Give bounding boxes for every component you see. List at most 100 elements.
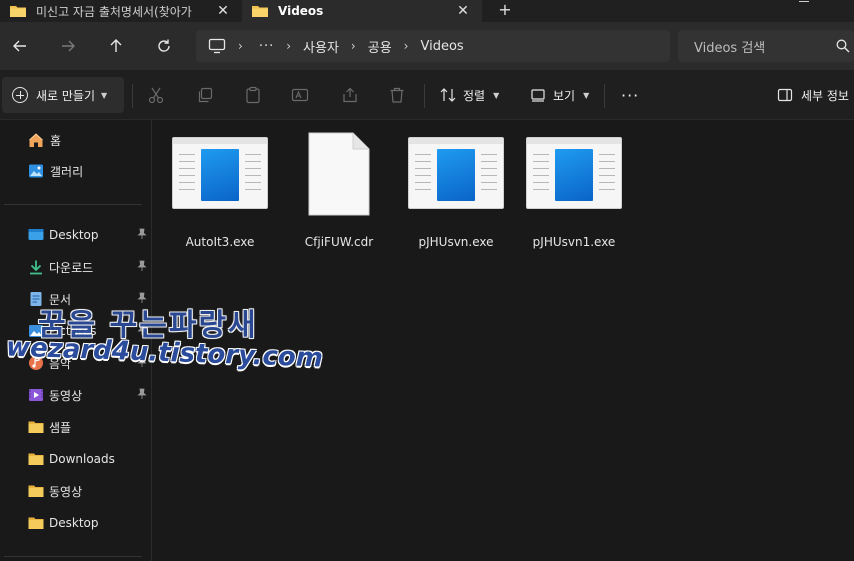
view-button[interactable]: 보기 ▼ [530, 86, 589, 104]
sidebar-item-desktop-folder[interactable]: Desktop [0, 511, 152, 535]
paste-button[interactable] [243, 85, 263, 105]
cut-button[interactable] [146, 85, 166, 105]
search-input[interactable]: Videos 검색 [678, 30, 854, 62]
desktop-folder-icon [28, 229, 44, 240]
divider [4, 204, 142, 205]
clipboard-icon [246, 86, 260, 104]
sidebar-item-samples[interactable]: 샘플 [0, 415, 152, 439]
breadcrumb-overflow[interactable]: ··· [259, 39, 274, 54]
folder-icon [28, 421, 44, 433]
close-icon[interactable]: ✕ [212, 3, 234, 19]
sidebar-item-downloads[interactable]: 다운로드 [0, 255, 152, 279]
breadcrumb-videos[interactable]: Videos [420, 39, 463, 54]
share-button[interactable] [340, 85, 360, 105]
address-bar[interactable]: › ··· › 사용자 › 공용 › Videos [196, 30, 670, 62]
gallery-icon [29, 164, 43, 178]
plus-circle-icon [12, 87, 28, 103]
pin-icon [137, 388, 147, 399]
trash-icon [390, 87, 404, 103]
file-name: pJHUsvn1.exe [532, 235, 616, 249]
folder-icon [10, 5, 26, 17]
back-button[interactable] [8, 34, 32, 58]
sidebar-item-label: 갤러리 [50, 164, 84, 179]
file-name: pJHUsvn.exe [418, 235, 494, 249]
up-button[interactable] [104, 34, 128, 58]
monitor-icon[interactable] [208, 38, 226, 54]
breadcrumb-users[interactable]: 사용자 [303, 37, 339, 56]
forward-button[interactable] [56, 34, 80, 58]
sidebar-item-label: 다운로드 [49, 260, 94, 275]
sidebar-item-videos[interactable]: 동영상 [0, 383, 152, 407]
rename-icon [291, 88, 309, 102]
divider [4, 556, 142, 557]
breadcrumb-public[interactable]: 공용 [368, 37, 392, 56]
file-name: CfjiFUW.cdr [304, 235, 374, 249]
sidebar-item-label: Downloads [49, 452, 115, 466]
folder-icon [252, 5, 268, 17]
chevron-right-icon[interactable]: › [286, 39, 291, 53]
executable-file-icon [172, 137, 268, 209]
tab-strip: 미신고 자금 출처명세서(찾아가 ✕ Videos ✕ + [0, 0, 854, 22]
share-icon [343, 87, 357, 103]
close-icon[interactable]: ✕ [452, 3, 474, 19]
sort-label: 정렬 [463, 88, 486, 103]
pin-icon [137, 228, 147, 239]
tab-videos[interactable]: Videos ✕ [242, 0, 482, 22]
new-tab-button[interactable]: + [494, 0, 516, 22]
folder-icon [28, 485, 44, 497]
videos-icon [29, 389, 43, 401]
file-name: AutoIt3.exe [185, 235, 255, 249]
minimize-icon[interactable] [795, 0, 811, 6]
details-label: 세부 정보 [801, 88, 849, 103]
folder-icon [28, 517, 44, 529]
refresh-icon [158, 39, 170, 52]
sidebar-item-gallery[interactable]: 갤러리 [0, 159, 152, 183]
pin-icon [137, 260, 147, 271]
sort-icon [440, 88, 456, 102]
delete-button[interactable] [387, 85, 407, 105]
sidebar-item-downloads-folder[interactable]: Downloads [0, 447, 152, 471]
chevron-down-icon: ▼ [101, 90, 108, 100]
tab-document-folder[interactable]: 미신고 자금 출처명세서(찾아가 ✕ [0, 0, 242, 22]
executable-file-icon [526, 137, 622, 209]
sidebar-item-label: 샘플 [49, 420, 72, 435]
more-options-button[interactable]: ··· [621, 86, 639, 105]
new-button-label: 새로 만들기 [36, 88, 96, 103]
copy-button[interactable] [195, 85, 215, 105]
sidebar-item-videos-folder[interactable]: 동영상 [0, 479, 152, 503]
tab-label: Videos [278, 4, 324, 18]
executable-file-icon [408, 137, 504, 209]
navigation-bar: › ··· › 사용자 › 공용 › Videos Videos 검색 [0, 22, 854, 70]
chevron-right-icon[interactable]: › [351, 39, 356, 53]
arrow-right-icon [62, 40, 75, 52]
scissors-icon [148, 87, 164, 104]
sidebar-item-label: 동영상 [49, 388, 83, 403]
sort-button[interactable]: 정렬 ▼ [440, 86, 499, 104]
divider [604, 84, 605, 108]
sidebar-item-label: Desktop [49, 516, 99, 530]
sidebar-item-home[interactable]: 홈 [0, 128, 152, 152]
arrow-up-icon [110, 39, 122, 52]
chevron-right-icon[interactable]: › [238, 39, 243, 53]
sidebar-item-desktop[interactable]: Desktop [0, 223, 152, 247]
divider [132, 84, 133, 108]
sidebar-item-label: Desktop [49, 228, 99, 242]
arrow-left-icon [13, 40, 26, 52]
search-placeholder: Videos 검색 [694, 40, 766, 56]
command-bar: 새로 만들기 ▼ 정렬 ▼ 보기 ▼ ··· 세부 정보 [0, 70, 854, 120]
refresh-button[interactable] [152, 34, 176, 58]
details-pane-icon [777, 88, 793, 102]
home-icon [29, 133, 43, 147]
download-icon [30, 260, 42, 275]
chevron-down-icon: ▼ [493, 90, 500, 100]
rename-button[interactable] [290, 85, 310, 105]
chevron-right-icon[interactable]: › [404, 39, 409, 53]
document-file-icon [308, 132, 370, 216]
divider [424, 84, 425, 108]
new-button[interactable]: 새로 만들기 ▼ [2, 77, 124, 113]
chevron-down-icon: ▼ [583, 90, 590, 100]
view-icon [531, 89, 545, 102]
details-pane-button[interactable]: 세부 정보 [777, 86, 849, 104]
view-label: 보기 [553, 88, 576, 103]
copy-icon [198, 87, 213, 103]
